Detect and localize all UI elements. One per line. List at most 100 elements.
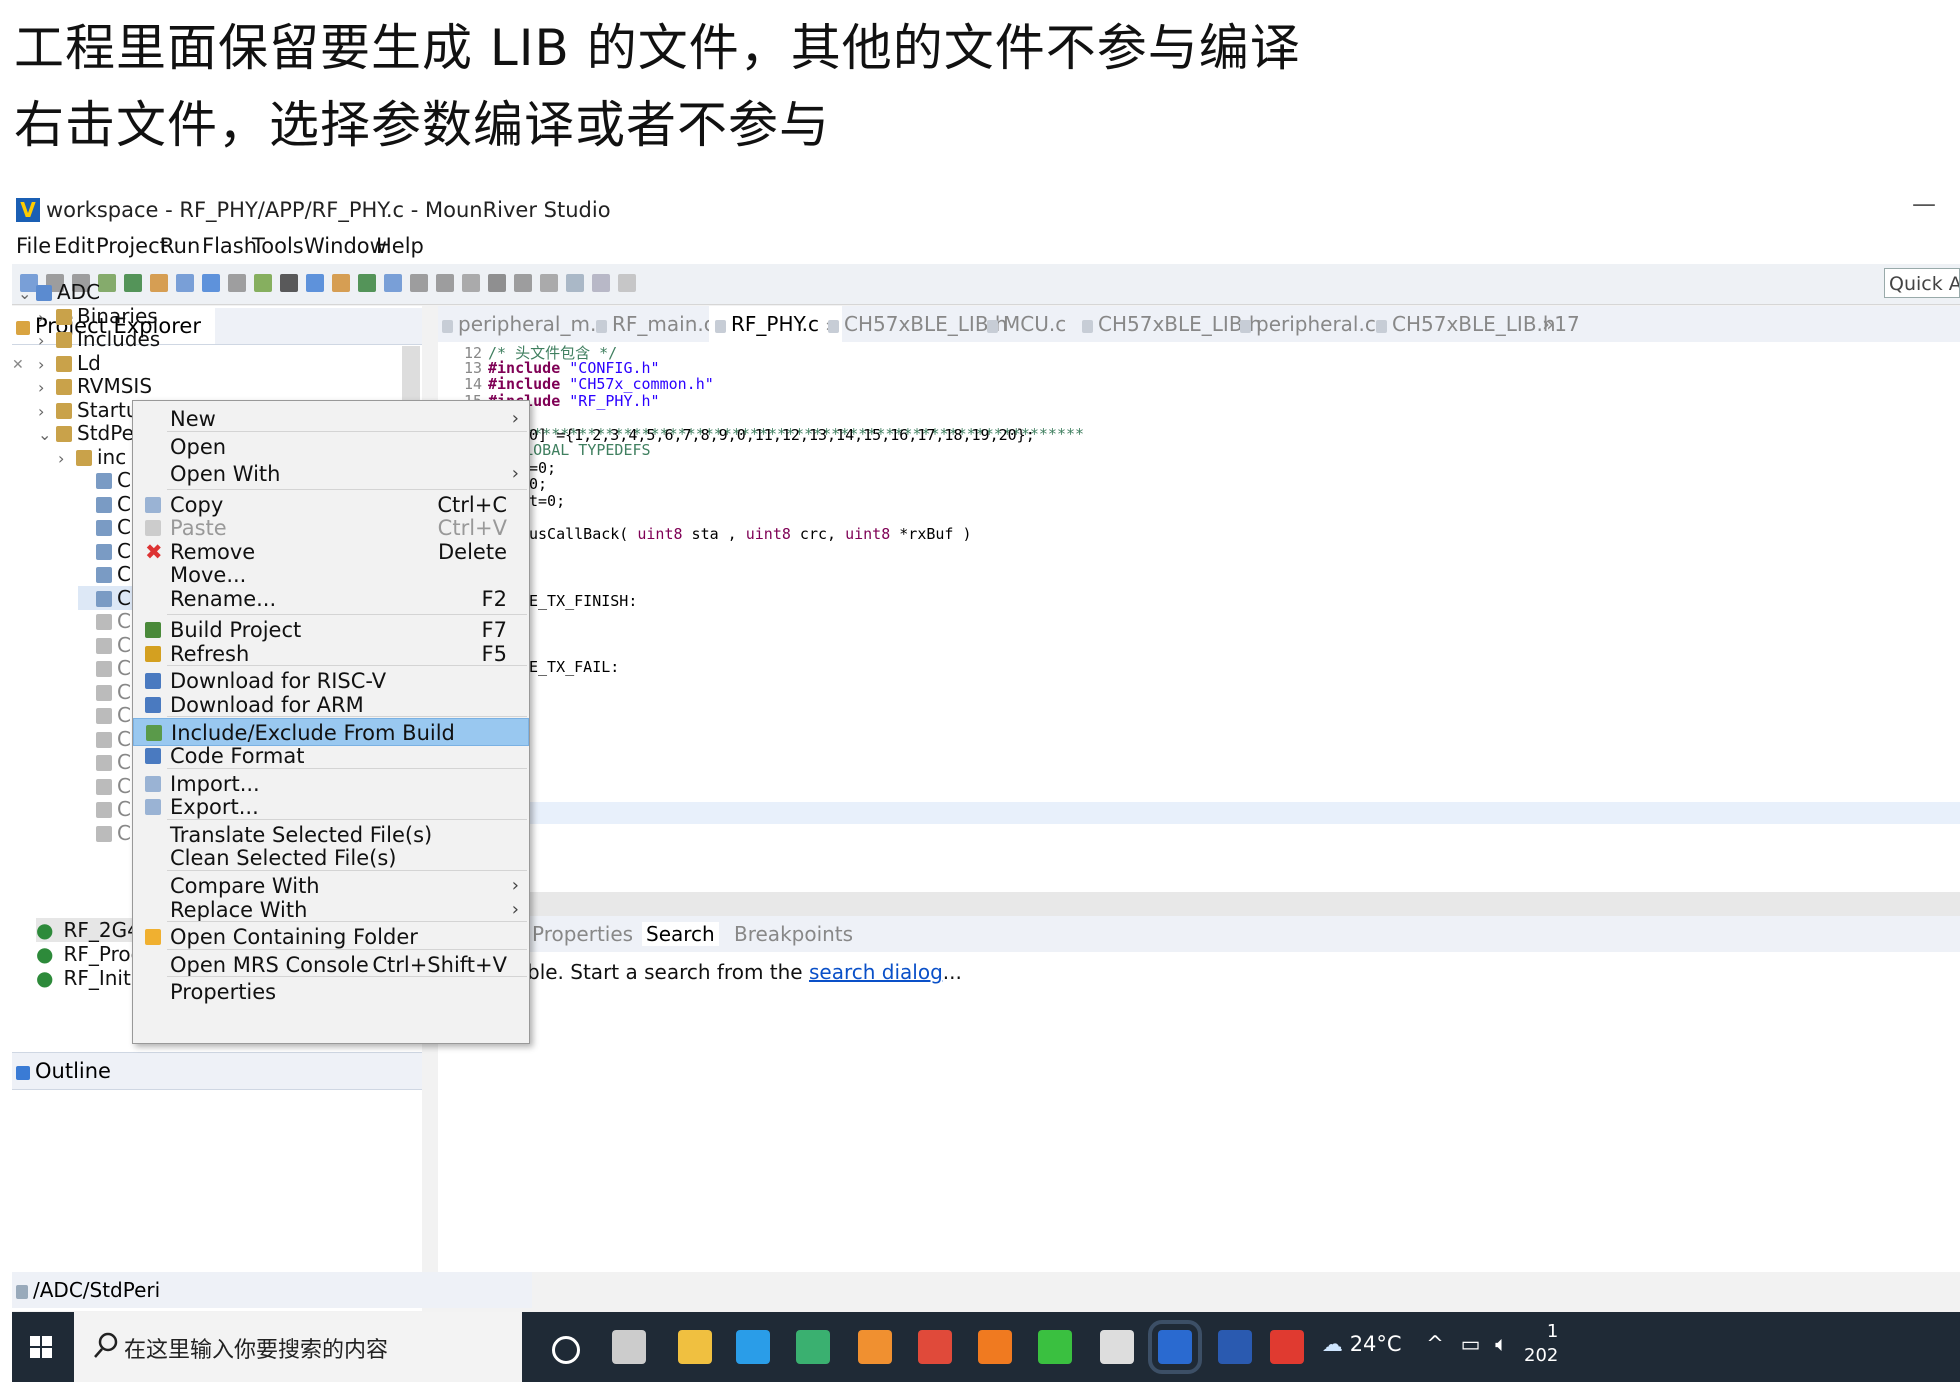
battery-icon[interactable]: ▭ (1461, 1332, 1481, 1356)
expand-arrow-icon[interactable]: › (38, 376, 56, 400)
expand-arrow-icon[interactable]: › (38, 353, 56, 377)
tree-item[interactable]: › Ld (38, 351, 101, 375)
tab-outline[interactable]: Outline (35, 1059, 111, 1083)
toolbar-icon-3[interactable] (98, 274, 116, 292)
expand-arrow-icon[interactable]: › (38, 329, 56, 353)
office-icon[interactable] (978, 1330, 1012, 1364)
menu-tools[interactable]: Tools (252, 234, 304, 258)
tab-peripheral-c[interactable]: peripheral.c (1240, 312, 1376, 336)
toolbar-icon-4[interactable] (124, 274, 142, 292)
toolbar-icon-21[interactable] (566, 274, 584, 292)
toolbar-icon-23[interactable] (618, 274, 636, 292)
weather-widget[interactable]: ☁ 24°C ^ ▭ 🔈︎ (1322, 1332, 1508, 1357)
close-icon[interactable]: ✕ (12, 357, 24, 373)
task-view-icon[interactable] (552, 1336, 580, 1364)
menu-file[interactable]: File (16, 234, 51, 258)
menu-item-export[interactable]: Export... (133, 793, 529, 821)
clock[interactable]: 1 202 (1524, 1320, 1558, 1368)
tab-properties[interactable]: Properties (532, 922, 633, 946)
tree-item[interactable]: › RVMSIS (38, 374, 152, 398)
toolbar-icon-10[interactable] (280, 274, 298, 292)
expand-arrow-icon[interactable]: › (38, 306, 56, 330)
toolbar-icon-19[interactable] (514, 274, 532, 292)
windows-start-button[interactable] (12, 1312, 72, 1382)
toolbar-icon-22[interactable] (592, 274, 610, 292)
folder-icon (56, 426, 72, 442)
tree-item[interactable]: › Includes (38, 327, 160, 351)
menu-item-replace-with[interactable]: Replace With › (133, 896, 529, 924)
toolbar-icon-12[interactable] (332, 274, 350, 292)
expand-arrow-icon[interactable]: › (38, 400, 56, 424)
expand-arrow-icon[interactable]: › (58, 447, 76, 471)
menu-item-open-with[interactable]: Open With › (133, 460, 529, 488)
toolbar-icon-15[interactable] (410, 274, 428, 292)
expand-arrow-icon[interactable]: ⌄ (18, 282, 36, 306)
toolbar-icon-14[interactable] (384, 274, 402, 292)
toolbar-icon-18[interactable] (488, 274, 506, 292)
menu-item-open-containing-folder[interactable]: Open Containing Folder (133, 923, 529, 951)
tree-item[interactable]: › Binaries (38, 304, 158, 328)
file-explorer-icon[interactable] (678, 1330, 712, 1364)
media-player-icon[interactable] (796, 1330, 830, 1364)
expand-arrow-icon[interactable]: ⌄ (38, 423, 56, 447)
tab-breakpoints[interactable]: Breakpoints (734, 922, 853, 946)
tab-mcu-c[interactable]: MCU.c (987, 312, 1066, 336)
screenshot: V workspace - RF_PHY/APP/RF_PHY.c - Moun… (12, 192, 1960, 1382)
menu-item-code-format[interactable]: Code Format (133, 742, 529, 770)
file-icon (96, 778, 112, 795)
tab-ch57xble-lib-h[interactable]: CH57xBLE_LIB.h (828, 312, 1008, 336)
tab-ch57xble-lib-h[interactable]: CH57xBLE_LIB.h (1376, 312, 1556, 336)
word-icon[interactable] (1218, 1330, 1252, 1364)
toolbar-icon-20[interactable] (540, 274, 558, 292)
tree-item[interactable]: ⌄ ADC (18, 280, 100, 304)
toolbar-icon-6[interactable] (176, 274, 194, 292)
tab-ch57xble-lib-h[interactable]: CH57xBLE_LIB.h (1082, 312, 1262, 336)
menu-window[interactable]: Window (304, 234, 387, 258)
search-message-text: ble. Start a search from the (527, 960, 809, 984)
minimize-button[interactable]: — (1912, 192, 1936, 218)
tab-search[interactable]: Search (642, 922, 719, 946)
menu-flash[interactable]: Flash (202, 234, 257, 258)
tree-item[interactable]: › inc (58, 445, 126, 469)
toolbar-icon-13[interactable] (358, 274, 376, 292)
toolbar-icon-17[interactable] (462, 274, 480, 292)
menu-item-properties[interactable]: Properties (133, 978, 529, 1006)
edge-icon[interactable] (736, 1330, 770, 1364)
mounriver-icon[interactable] (1148, 1320, 1202, 1374)
tab-peripheral-m-[interactable]: peripheral_m... (442, 312, 609, 336)
toolbar-icon-8[interactable] (228, 274, 246, 292)
tab-rf-main-c[interactable]: RF_main.c (596, 312, 715, 336)
quick-access-input[interactable]: Quick A (1884, 268, 1960, 298)
toolbar-icon-9[interactable] (254, 274, 272, 292)
horizontal-scrollbar[interactable] (438, 892, 1960, 916)
window-title: workspace - RF_PHY/APP/RF_PHY.c - MounRi… (46, 198, 611, 222)
menu-item-clean-selected-file-s[interactable]: Clean Selected File(s) (133, 844, 529, 872)
scanner-icon[interactable] (1100, 1330, 1134, 1364)
menu-item-refresh[interactable]: Refresh F5 (133, 640, 529, 668)
menu-item-download-for-arm[interactable]: Download for ARM (133, 691, 529, 719)
menu-project[interactable]: Project (96, 234, 168, 258)
multitask-icon[interactable] (612, 1330, 646, 1364)
chrome-icon[interactable] (918, 1330, 952, 1364)
menu-item-rename[interactable]: Rename... F2 (133, 585, 529, 613)
menu-help[interactable]: Help (376, 234, 424, 258)
sogou-icon[interactable] (1270, 1330, 1304, 1364)
toolbar-icon-7[interactable] (202, 274, 220, 292)
menu-run[interactable]: Run (160, 234, 200, 258)
outline-item[interactable]: ● RF_2G4St (36, 918, 160, 942)
menu-item-open[interactable]: Open (133, 433, 529, 461)
tray-chevron-icon[interactable]: ^ (1426, 1332, 1444, 1356)
app-logo-icon: V (16, 198, 40, 222)
toolbar-icon-5[interactable] (150, 274, 168, 292)
menu-item-open-mrs-console[interactable]: Open MRS Console Ctrl+Shift+V (133, 951, 529, 979)
tab-rf-phy-c[interactable]: RF_PHY.c✕ (709, 306, 842, 342)
toolbar-icon-16[interactable] (436, 274, 454, 292)
wechat-icon[interactable] (1038, 1330, 1072, 1364)
settings-app-icon[interactable] (858, 1330, 892, 1364)
menu-edit[interactable]: Edit (54, 234, 95, 258)
tab--17[interactable]: »17 (1542, 312, 1580, 336)
toolbar-icon-11[interactable] (306, 274, 324, 292)
menu-item-new[interactable]: New › (133, 405, 529, 433)
volume-icon[interactable]: 🔈︎ (1495, 1332, 1508, 1356)
search-dialog-link[interactable]: search dialog (809, 960, 943, 984)
